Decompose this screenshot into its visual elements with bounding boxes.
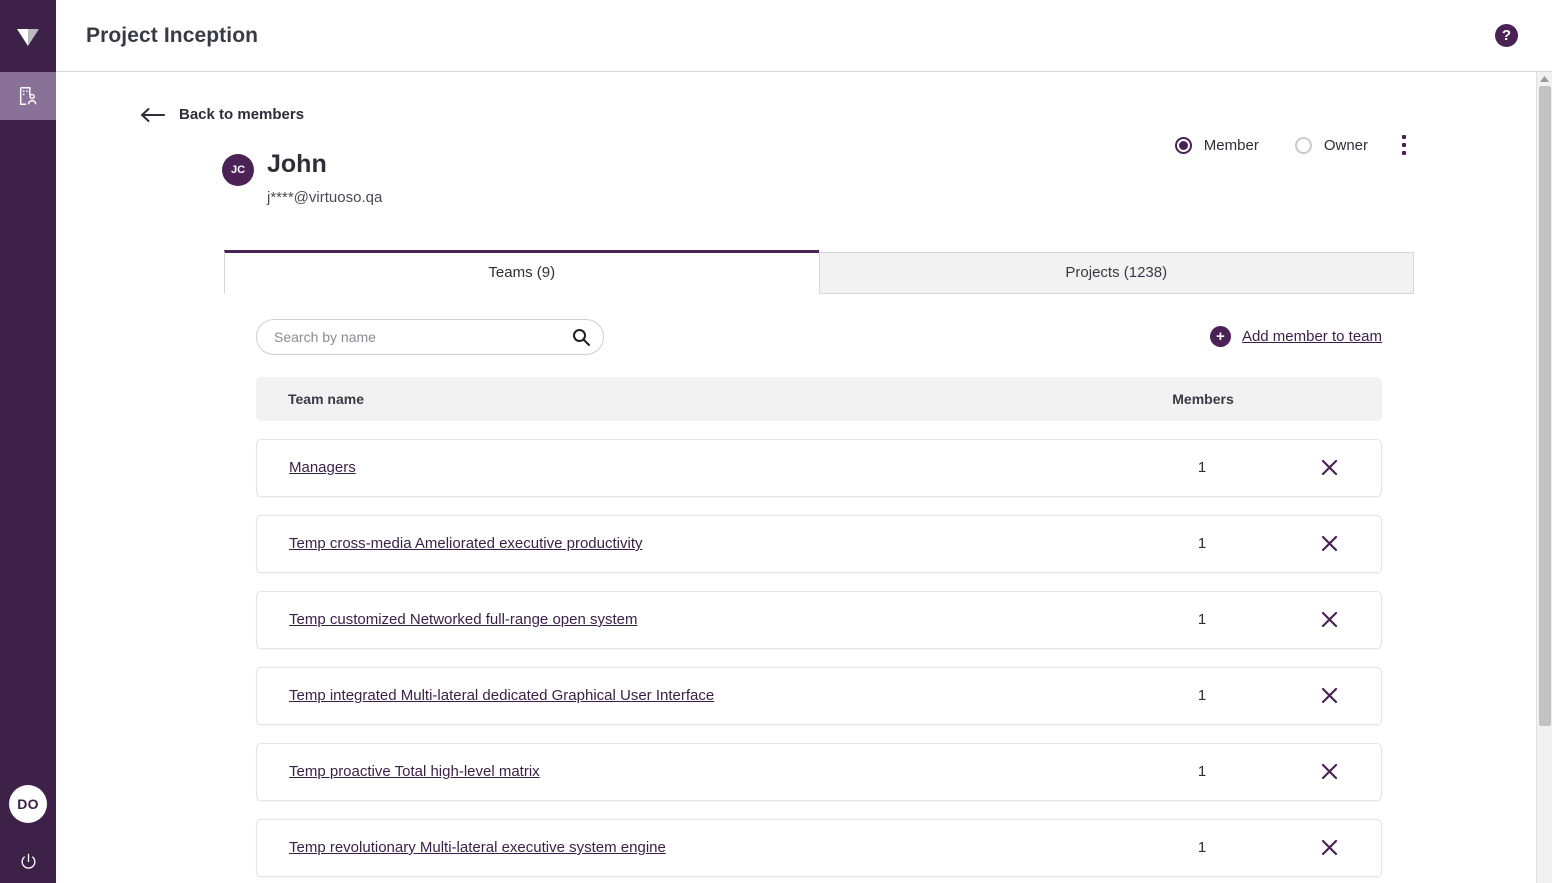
team-member-count: 1 xyxy=(1127,459,1277,476)
radio-dot-member xyxy=(1175,137,1192,154)
main-region: Project Inception ? Back to members JC J… xyxy=(56,0,1552,883)
team-member-count: 1 xyxy=(1127,839,1277,856)
kebab-dot xyxy=(1402,151,1406,155)
virtuoso-logo-icon xyxy=(15,23,41,49)
page-title: Project Inception xyxy=(86,24,258,48)
close-x-icon xyxy=(1321,687,1338,704)
team-name-link[interactable]: Temp integrated Multi-lateral dedicated … xyxy=(289,687,1127,704)
scroll-up-button[interactable] xyxy=(1537,72,1552,86)
kebab-dot xyxy=(1402,143,1406,147)
tab-projects[interactable]: Projects (1238) xyxy=(819,252,1415,294)
back-to-members-label: Back to members xyxy=(179,106,304,123)
arrow-left-icon xyxy=(140,107,165,123)
role-label-member: Member xyxy=(1204,137,1259,154)
rail-nav xyxy=(0,72,56,120)
search-input[interactable] xyxy=(256,319,604,355)
table-row: Temp cross-media Ameliorated executive p… xyxy=(256,515,1382,573)
profile-text: John j****@virtuoso.qa xyxy=(267,151,382,206)
add-member-to-team-label: Add member to team xyxy=(1242,328,1382,345)
sidebar-item-organization-members[interactable] xyxy=(0,72,56,120)
list-toolbar: + Add member to team xyxy=(256,319,1382,355)
scrollbar-thumb[interactable] xyxy=(1539,86,1551,726)
close-x-icon xyxy=(1321,459,1338,476)
table-row: Temp revolutionary Multi-lateral executi… xyxy=(256,819,1382,877)
table-header: Team name Members xyxy=(256,377,1382,421)
table-row: Managers1 xyxy=(256,439,1382,497)
remove-from-team-button[interactable] xyxy=(1277,763,1381,780)
table-row: Temp integrated Multi-lateral dedicated … xyxy=(256,667,1382,725)
role-selector: Member Owner xyxy=(1175,133,1414,157)
member-profile: JC John j****@virtuoso.qa Member Owner xyxy=(56,123,1536,206)
remove-from-team-button[interactable] xyxy=(1277,839,1381,856)
radio-dot-owner xyxy=(1295,137,1312,154)
team-name-link[interactable]: Temp revolutionary Multi-lateral executi… xyxy=(289,839,1127,856)
rail-user-avatar[interactable]: DO xyxy=(9,785,47,823)
member-name: John xyxy=(267,151,382,179)
tab-bar: Teams (9) Projects (1238) xyxy=(224,252,1414,294)
search-button[interactable] xyxy=(571,327,591,347)
help-icon[interactable]: ? xyxy=(1495,24,1518,47)
add-member-to-team-button[interactable]: + Add member to team xyxy=(1210,326,1382,347)
power-icon xyxy=(19,852,38,871)
member-email: j****@virtuoso.qa xyxy=(267,189,382,206)
scroll-region: Back to members JC John j****@virtuoso.q… xyxy=(56,72,1552,883)
role-label-owner: Owner xyxy=(1324,137,1368,154)
virtuoso-logo[interactable] xyxy=(0,0,56,72)
close-x-icon xyxy=(1321,839,1338,856)
close-x-icon xyxy=(1321,763,1338,780)
building-person-icon xyxy=(17,85,39,107)
close-x-icon xyxy=(1321,535,1338,552)
teams-table: Team name Members Managers1Temp cross-me… xyxy=(256,377,1382,877)
avatar: JC xyxy=(222,154,254,186)
app-root: DO Project Inception ? Back to membe xyxy=(0,0,1552,883)
kebab-menu-icon[interactable] xyxy=(1394,133,1414,157)
tab-teams[interactable]: Teams (9) xyxy=(224,250,819,294)
team-member-count: 1 xyxy=(1127,687,1277,704)
team-name-link[interactable]: Managers xyxy=(289,459,1127,476)
search-icon xyxy=(571,327,591,347)
column-header-members: Members xyxy=(1128,391,1278,407)
remove-from-team-button[interactable] xyxy=(1277,535,1381,552)
logout-button[interactable] xyxy=(0,839,56,883)
team-member-count: 1 xyxy=(1127,535,1277,552)
left-rail: DO xyxy=(0,0,56,883)
role-radio-member[interactable]: Member xyxy=(1175,137,1259,154)
team-name-link[interactable]: Temp cross-media Ameliorated executive p… xyxy=(289,535,1127,552)
remove-from-team-button[interactable] xyxy=(1277,459,1381,476)
vertical-scrollbar[interactable] xyxy=(1536,72,1552,883)
column-header-team-name: Team name xyxy=(288,391,1128,407)
team-name-link[interactable]: Temp customized Networked full-range ope… xyxy=(289,611,1127,628)
team-member-count: 1 xyxy=(1127,763,1277,780)
remove-from-team-button[interactable] xyxy=(1277,611,1381,628)
content-pane: Back to members JC John j****@virtuoso.q… xyxy=(56,72,1536,883)
table-row: Temp proactive Total high-level matrix1 xyxy=(256,743,1382,801)
table-body: Managers1Temp cross-media Ameliorated ex… xyxy=(256,439,1382,877)
plus-circle-icon: + xyxy=(1210,326,1231,347)
team-name-link[interactable]: Temp proactive Total high-level matrix xyxy=(289,763,1127,780)
kebab-dot xyxy=(1402,135,1406,139)
remove-from-team-button[interactable] xyxy=(1277,687,1381,704)
team-member-count: 1 xyxy=(1127,611,1277,628)
search-wrap xyxy=(256,319,604,355)
table-row: Temp customized Networked full-range ope… xyxy=(256,591,1382,649)
top-bar: Project Inception ? xyxy=(56,0,1552,72)
back-to-members-button[interactable]: Back to members xyxy=(56,72,304,123)
role-radio-owner[interactable]: Owner xyxy=(1295,137,1368,154)
close-x-icon xyxy=(1321,611,1338,628)
chevron-up-icon xyxy=(1540,76,1549,82)
